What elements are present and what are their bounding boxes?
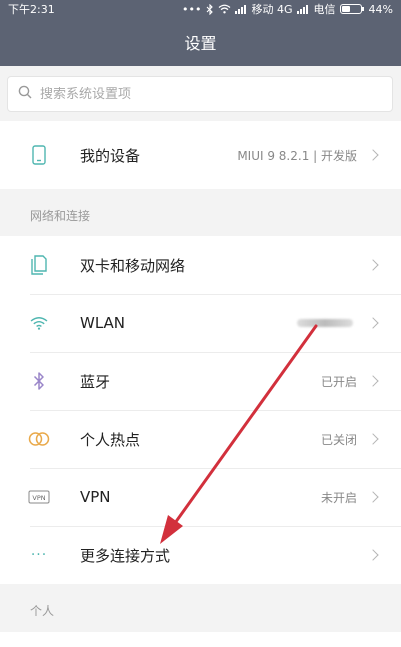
row-hotspot-label: 个人热点 bbox=[80, 430, 141, 449]
section-personal-label: 个人 bbox=[30, 604, 55, 618]
vpn-icon-text: VPN bbox=[32, 494, 45, 502]
hotspot-icon bbox=[28, 428, 50, 450]
app-header: 下午2:31 ••• 移动 4G 电信 44% 设置 bbox=[0, 0, 401, 66]
sim-card-icon bbox=[28, 254, 50, 276]
search-area bbox=[0, 66, 401, 121]
row-more-connections-label: 更多连接方式 bbox=[80, 546, 171, 565]
row-vpn-label: VPN bbox=[80, 488, 111, 506]
row-vpn-status: 未开启 bbox=[320, 490, 357, 505]
row-bluetooth[interactable]: 蓝牙 已开启 bbox=[0, 352, 401, 410]
carrier-2-label: 电信 bbox=[313, 3, 336, 16]
carrier-1-label: 移动 4G bbox=[251, 3, 293, 16]
vpn-icon: VPN bbox=[28, 486, 50, 508]
page-title: 设置 bbox=[184, 34, 217, 53]
row-more-connections[interactable]: ··· 更多连接方式 bbox=[0, 526, 401, 584]
bluetooth-status-icon bbox=[206, 3, 214, 15]
section-network-label: 网络和连接 bbox=[30, 209, 91, 223]
row-wlan-label: WLAN bbox=[80, 314, 126, 332]
bluetooth-icon bbox=[28, 370, 50, 392]
signal-bars-icon-2 bbox=[296, 4, 310, 14]
wifi-status-icon bbox=[218, 4, 231, 14]
status-icons: ••• 移动 4G 电信 44% bbox=[182, 1, 393, 17]
row-dual-sim-label: 双卡和移动网络 bbox=[80, 256, 186, 275]
wifi-icon bbox=[28, 312, 50, 334]
battery-icon bbox=[339, 4, 364, 14]
more-dots-icon: ··· bbox=[30, 547, 48, 563]
my-device-version: MIUI 9 8.2.1 | 开发版 bbox=[237, 148, 357, 163]
row-wlan[interactable]: WLAN bbox=[0, 294, 401, 352]
chevron-right-icon bbox=[367, 433, 379, 445]
signal-bars-icon-1 bbox=[234, 4, 248, 14]
search-box[interactable] bbox=[7, 76, 393, 112]
network-list: 双卡和移动网络 WLAN 蓝牙 已开启 个人热点 已关闭 VPN VPN 未开启 bbox=[0, 236, 401, 584]
chevron-right-icon bbox=[367, 149, 379, 161]
row-bluetooth-status: 已开启 bbox=[320, 374, 357, 389]
row-vpn[interactable]: VPN VPN 未开启 bbox=[0, 468, 401, 526]
status-time: 下午2:31 bbox=[8, 3, 55, 16]
chevron-right-icon bbox=[367, 375, 379, 387]
search-input[interactable] bbox=[40, 86, 360, 102]
chevron-right-icon bbox=[367, 491, 379, 503]
battery-percent: 44% bbox=[368, 2, 393, 16]
my-device-row[interactable]: 我的设备 MIUI 9 8.2.1 | 开发版 bbox=[0, 121, 401, 189]
chevron-right-icon bbox=[367, 259, 379, 271]
status-bar: 下午2:31 ••• 移动 4G 电信 44% bbox=[0, 0, 401, 18]
chevron-right-icon bbox=[367, 549, 379, 561]
phone-icon bbox=[28, 144, 50, 166]
wlan-network-name-blurred bbox=[297, 319, 353, 327]
search-icon bbox=[18, 85, 32, 103]
row-hotspot-status: 已关闭 bbox=[320, 432, 357, 447]
row-bluetooth-label: 蓝牙 bbox=[80, 372, 111, 391]
row-dual-sim[interactable]: 双卡和移动网络 bbox=[0, 236, 401, 294]
notification-dots: ••• bbox=[182, 2, 202, 16]
row-hotspot[interactable]: 个人热点 已关闭 bbox=[0, 410, 401, 468]
chevron-right-icon bbox=[367, 317, 379, 329]
my-device-label: 我的设备 bbox=[80, 146, 141, 165]
personal-list-top bbox=[0, 632, 401, 647]
